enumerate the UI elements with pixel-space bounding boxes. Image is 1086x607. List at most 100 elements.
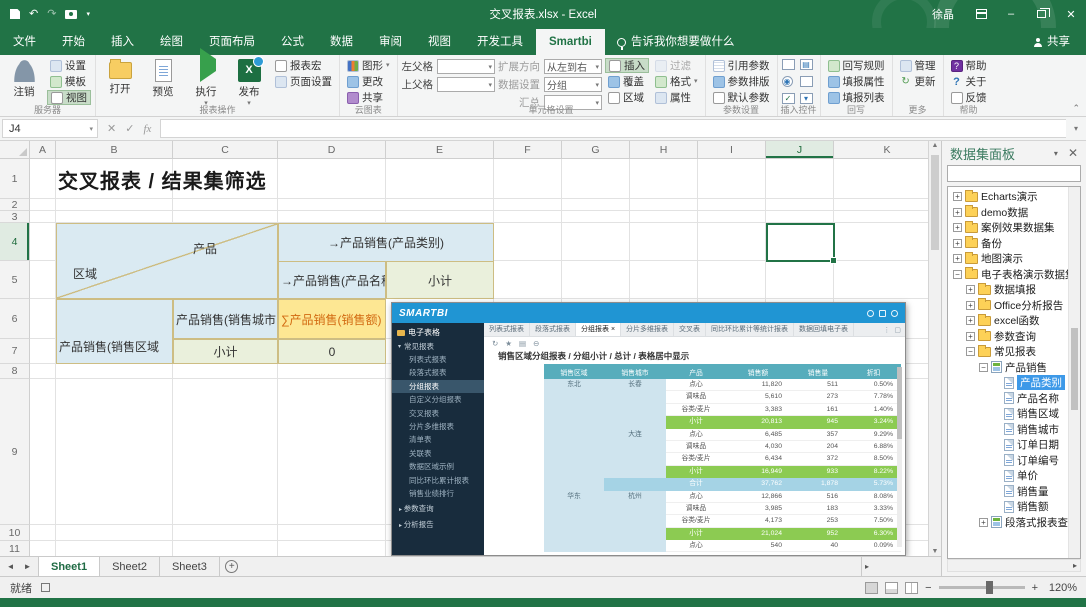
sheet-tab[interactable]: Sheet3 xyxy=(160,557,220,576)
crosstab-row-header2[interactable]: 产品销售(销售城市 xyxy=(173,299,278,339)
expand-toggle-icon[interactable]: − xyxy=(966,347,975,356)
expand-toggle-icon[interactable]: + xyxy=(953,239,962,248)
ref-params-button[interactable]: 引用参数 xyxy=(710,58,773,73)
share-button[interactable]: 共享 xyxy=(1018,29,1086,55)
tree-item[interactable]: + 数据填报 xyxy=(948,282,1080,298)
about-button[interactable]: 关于 xyxy=(948,74,990,89)
sheet-cell[interactable] xyxy=(278,211,386,223)
row-header[interactable]: 10 xyxy=(0,525,30,541)
row-header[interactable]: 8 xyxy=(0,364,30,379)
sheet-cell[interactable] xyxy=(562,261,630,299)
sheet-cell[interactable] xyxy=(278,199,386,211)
data-setting-combo[interactable]: 分组▾ xyxy=(544,77,602,92)
sheet-cell[interactable] xyxy=(30,541,56,556)
writeback-rule-button[interactable]: 回写规则 xyxy=(825,58,888,73)
column-header[interactable]: C xyxy=(173,141,278,159)
sheet-cell[interactable] xyxy=(562,199,630,211)
tree-item[interactable]: + excel函数 xyxy=(948,313,1080,329)
tree-item[interactable]: + 案例效果数据集 xyxy=(948,220,1080,236)
crosstab-row-subtotal[interactable]: 小计 xyxy=(173,339,278,364)
tree-item[interactable]: − 电子表格演示数据集 xyxy=(948,267,1080,283)
tree-item[interactable]: 销售额 xyxy=(948,499,1080,515)
tree-item[interactable]: + Echarts演示 xyxy=(948,189,1080,205)
view-toggle-button[interactable]: 视图 xyxy=(47,90,91,105)
smartbi-apps-icon[interactable] xyxy=(879,310,886,317)
crosstab-corner-cell[interactable]: 产品 区域 xyxy=(56,223,278,299)
smartbi-sidebar-item[interactable]: 关联表 xyxy=(392,447,484,460)
user-name[interactable]: 徐晶 xyxy=(920,6,966,22)
sheet-cell[interactable] xyxy=(30,525,56,541)
crosstab-col-header[interactable]: →产品销售(产品类别) xyxy=(278,223,494,262)
template-button[interactable]: 模板 xyxy=(47,74,91,89)
sheet-cell[interactable] xyxy=(698,159,766,199)
logout-button[interactable]: 注销 xyxy=(4,57,44,99)
ribbon-tab[interactable]: 开发工具 xyxy=(464,29,536,55)
row-header[interactable]: 1 xyxy=(0,159,30,199)
save-icon[interactable] xyxy=(10,9,20,19)
redo-icon[interactable]: ↷ xyxy=(47,9,56,20)
expand-toggle-icon[interactable]: + xyxy=(979,518,988,527)
sheet-cell[interactable] xyxy=(278,541,386,556)
ribbon-tab[interactable]: 数据 xyxy=(317,29,366,55)
tree-item[interactable]: 销售区域 xyxy=(948,406,1080,422)
hscroll-right-icon[interactable]: ▸ xyxy=(865,562,869,571)
smartbi-sidebar-item[interactable]: 交叉报表 xyxy=(392,407,484,420)
sheet-cell[interactable] xyxy=(386,211,494,223)
sheet-cell[interactable] xyxy=(834,159,941,199)
sheet-cell[interactable] xyxy=(30,379,56,525)
ribbon-tab[interactable]: 绘图 xyxy=(147,29,196,55)
insert-mode-button[interactable]: 插入 xyxy=(605,58,649,73)
crosstab-row-header[interactable]: 产品销售(销售区域 xyxy=(56,299,173,364)
sheet-cell[interactable] xyxy=(173,199,278,211)
column-header[interactable]: H xyxy=(630,141,698,159)
row-header[interactable]: 9 xyxy=(0,379,30,525)
zoom-out-icon[interactable]: − xyxy=(925,582,931,594)
sheet-horizontal-scrollbar[interactable]: ▸ xyxy=(861,557,941,576)
attribute-button[interactable]: 属性 xyxy=(652,90,701,105)
sheet-cell[interactable] xyxy=(562,223,630,261)
tree-item[interactable]: 产品类别 xyxy=(948,375,1080,391)
sheet-cell[interactable] xyxy=(173,525,278,541)
collapse-ribbon-icon[interactable]: ⌃ xyxy=(1072,103,1080,114)
column-header[interactable]: D xyxy=(278,141,386,159)
smartbi-tab[interactable]: 同比环比累计等统计报表 xyxy=(706,323,794,336)
sheet-cell[interactable] xyxy=(56,364,173,379)
sheet-cell[interactable] xyxy=(173,541,278,556)
tree-horizontal-scrollbar[interactable]: ▸ xyxy=(947,559,1081,572)
sheet-vertical-scrollbar[interactable]: ▲ ▼ xyxy=(928,141,941,556)
sheet-cell[interactable] xyxy=(30,211,56,223)
sheet-cell[interactable] xyxy=(630,223,698,261)
smartbi-sidebar-item[interactable]: 分片多维报表 xyxy=(392,420,484,433)
smartbi-tab[interactable]: 分组报表 × xyxy=(576,323,621,336)
enter-formula-icon[interactable]: ✓ xyxy=(125,122,134,135)
tree-item[interactable]: 产品名称 xyxy=(948,391,1080,407)
normal-view-icon[interactable] xyxy=(865,582,878,594)
expand-toggle-icon[interactable]: + xyxy=(953,223,962,232)
sheet-cell[interactable] xyxy=(698,261,766,299)
feedback-button[interactable]: 反馈 xyxy=(948,90,990,105)
sheet-cell[interactable] xyxy=(30,364,56,379)
smartbi-sidebar-item[interactable]: 同比环比累计报表 xyxy=(392,474,484,487)
cancel-formula-icon[interactable]: ✕ xyxy=(107,122,116,135)
sheet-cell[interactable] xyxy=(278,364,386,379)
sheet-cell[interactable] xyxy=(698,199,766,211)
smartbi-tab[interactable]: 列表式报表 xyxy=(484,323,530,336)
dataset-search-input[interactable] xyxy=(947,165,1081,182)
close-icon[interactable]: ✕ xyxy=(1056,0,1086,28)
ribbon-tab[interactable]: 插入 xyxy=(98,29,147,55)
smartbi-sidebar-item[interactable]: 清单表 xyxy=(392,433,484,446)
tree-item[interactable]: − 产品销售 xyxy=(948,360,1080,376)
selected-cell-j4[interactable] xyxy=(766,223,835,262)
sheet-cell[interactable] xyxy=(834,199,941,211)
row-header[interactable]: 2 xyxy=(0,199,30,211)
qat-menu-icon[interactable]: ▾ xyxy=(86,11,90,18)
undo-icon[interactable]: ↶ xyxy=(29,9,38,20)
expand-toggle-icon[interactable]: + xyxy=(953,192,962,201)
chart-button[interactable]: 图形▾ xyxy=(344,58,393,73)
expand-toggle-icon[interactable]: + xyxy=(966,285,975,294)
sheet-cell[interactable] xyxy=(56,211,173,223)
smartbi-tab[interactable]: 段落式报表 xyxy=(530,323,576,336)
sheet-cell[interactable] xyxy=(386,199,494,211)
sheet-cell[interactable] xyxy=(56,199,173,211)
smartbi-sidebar-item[interactable]: 分析报告 xyxy=(392,518,484,531)
